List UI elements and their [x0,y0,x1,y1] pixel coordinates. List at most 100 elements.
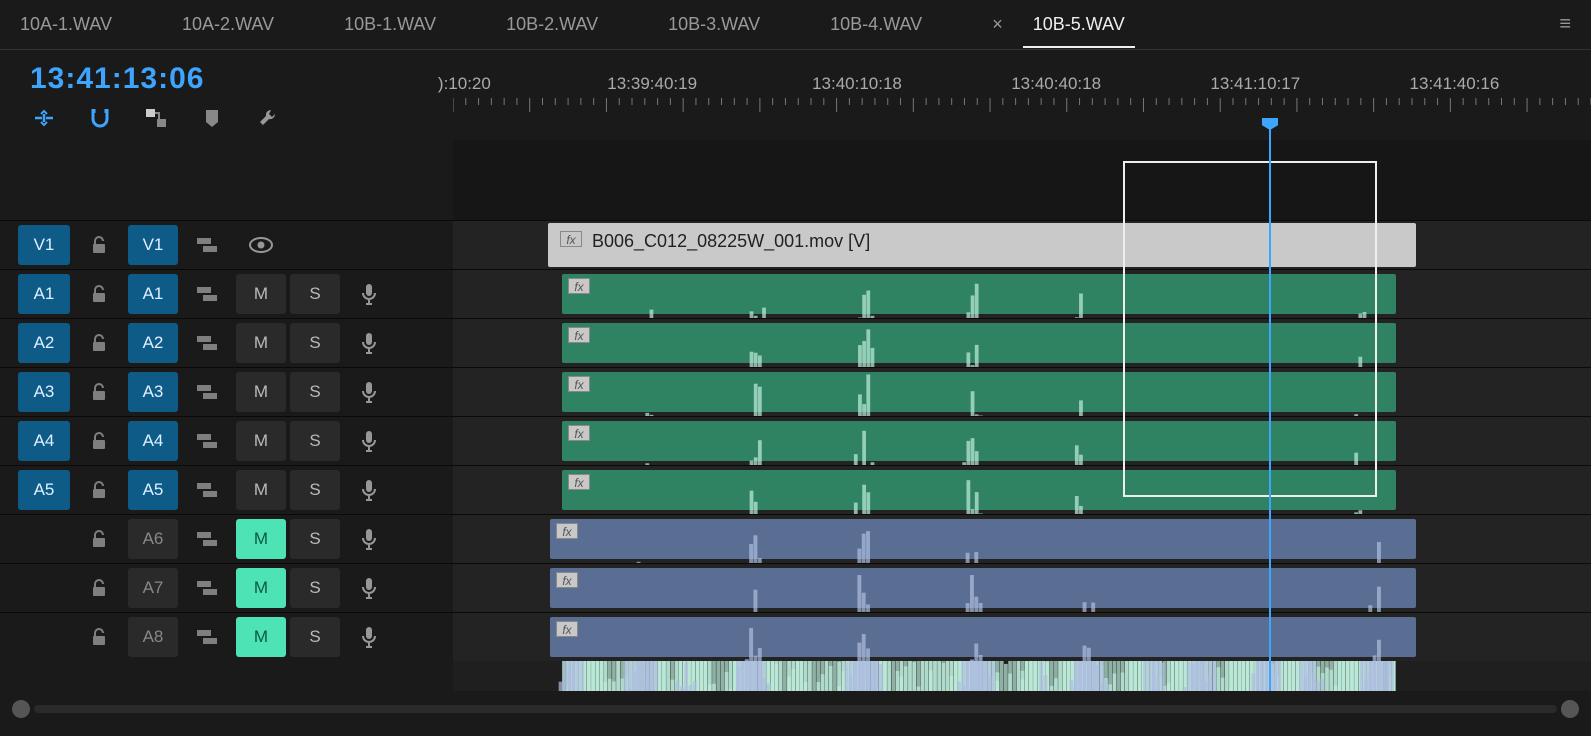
track-headers: V1V1A1A1MSA2A2MSA3A3MSA4A4MSA5A5MSA6MSA7… [0,140,453,691]
source-patch-a2[interactable]: A2 [18,323,70,363]
source-patch-a5[interactable]: A5 [18,470,70,510]
audio-clip[interactable]: fx [550,519,1416,559]
tab-10a-2[interactable]: 10A-2.WAV [182,2,274,47]
voiceover-mic-icon[interactable] [344,470,394,510]
tab-10b-3[interactable]: 10B-3.WAV [668,2,760,47]
voiceover-mic-icon[interactable] [344,323,394,363]
solo-button[interactable]: S [290,617,340,657]
source-patch-a7[interactable] [18,568,70,608]
track-lane-a5[interactable]: fx [453,465,1591,514]
mute-button[interactable]: M [236,470,286,510]
track-target-a1[interactable]: A1 [128,274,178,314]
track-header-a3: A3 A3 MS [0,367,453,416]
source-patch-v1[interactable]: V1 [18,225,70,265]
track-target-v1[interactable]: V1 [128,225,178,265]
track-content-area[interactable]: fxB006_C012_08225W_001.mov [V]fxfxfxfxfx… [453,140,1591,691]
scroll-track[interactable] [34,705,1557,713]
source-patch-a4[interactable]: A4 [18,421,70,461]
mute-button[interactable]: M [236,568,286,608]
sync-lock-icon[interactable] [182,372,232,412]
voiceover-mic-icon[interactable] [344,519,394,559]
track-target-a3[interactable]: A3 [128,372,178,412]
lock-icon[interactable] [74,519,124,559]
solo-button[interactable]: S [290,519,340,559]
source-patch-a1[interactable]: A1 [18,274,70,314]
audio-clip[interactable]: fx [550,617,1416,657]
scroll-knob-right[interactable] [1561,700,1579,718]
lock-icon[interactable] [74,617,124,657]
lock-icon[interactable] [74,323,124,363]
track-header-v1: V1 V1 [0,220,453,269]
voiceover-mic-icon[interactable] [344,274,394,314]
horizontal-scrollbar[interactable] [12,700,1579,718]
linked-selection-icon[interactable] [142,106,170,130]
eye-visibility-icon[interactable] [236,225,286,265]
track-target-a5[interactable]: A5 [128,470,178,510]
track-lane-a2[interactable]: fx [453,318,1591,367]
lock-icon[interactable] [74,568,124,608]
sync-lock-icon[interactable] [182,470,232,510]
wrench-settings-icon[interactable] [254,106,282,130]
playhead[interactable] [1269,118,1271,691]
track-target-a8[interactable]: A8 [128,617,178,657]
solo-button[interactable]: S [290,421,340,461]
tab-10a-1[interactable]: 10A-1.WAV [20,2,112,47]
snap-magnet-icon[interactable] [86,106,114,130]
track-target-a4[interactable]: A4 [128,421,178,461]
lock-icon[interactable] [74,470,124,510]
mute-button[interactable]: M [236,323,286,363]
sync-lock-icon[interactable] [182,421,232,461]
track-target-a6[interactable]: A6 [128,519,178,559]
video-clip[interactable]: fxB006_C012_08225W_001.mov [V] [548,223,1416,267]
source-patch-a3[interactable]: A3 [18,372,70,412]
mute-button[interactable]: M [236,372,286,412]
solo-button[interactable]: S [290,470,340,510]
mute-button[interactable]: M [236,274,286,314]
playhead-timecode[interactable]: 13:41:13:06 [30,62,423,96]
sync-lock-icon[interactable] [182,323,232,363]
tab-10b-2[interactable]: 10B-2.WAV [506,2,598,47]
source-patch-a6[interactable] [18,519,70,559]
close-tab-icon[interactable]: × [992,14,1003,35]
insert-overwrite-icon[interactable] [30,106,58,130]
track-target-a2[interactable]: A2 [128,323,178,363]
time-ruler[interactable]: ):10:2013:39:40:1913:40:10:1813:40:40:18… [453,50,1591,120]
solo-button[interactable]: S [290,274,340,314]
mute-button[interactable]: M [236,519,286,559]
lock-icon[interactable] [74,372,124,412]
track-lane-v1[interactable]: fxB006_C012_08225W_001.mov [V] [453,220,1591,269]
track-lane-a3[interactable]: fx [453,367,1591,416]
tab-menu-icon[interactable]: ≡ [1559,13,1571,36]
solo-button[interactable]: S [290,323,340,363]
tab-10b-5[interactable]: 10B-5.WAV [1033,2,1125,47]
lock-icon[interactable] [74,421,124,461]
voiceover-mic-icon[interactable] [344,421,394,461]
tab-10b-1[interactable]: 10B-1.WAV [344,2,436,47]
sync-lock-icon[interactable] [182,568,232,608]
track-lane-a6[interactable]: fx [453,514,1591,563]
sync-lock-icon[interactable] [182,225,232,265]
solo-button[interactable]: S [290,372,340,412]
source-patch-a8[interactable] [18,617,70,657]
mute-button[interactable]: M [236,617,286,657]
track-target-a7[interactable]: A7 [128,568,178,608]
audio-clip[interactable]: fx [550,568,1416,608]
sync-lock-icon[interactable] [182,274,232,314]
voiceover-mic-icon[interactable] [344,568,394,608]
tab-10b-4[interactable]: 10B-4.WAV [830,2,922,47]
track-lane-a8[interactable]: fx [453,612,1591,661]
sync-lock-icon[interactable] [182,519,232,559]
timeline-header: 13:41:13:06 ):10:2013:39:40:1913:40:10:1… [0,50,1591,135]
lock-icon[interactable] [74,274,124,314]
scroll-knob-left[interactable] [12,700,30,718]
solo-button[interactable]: S [290,568,340,608]
track-lane-a4[interactable]: fx [453,416,1591,465]
sync-lock-icon[interactable] [182,617,232,657]
mute-button[interactable]: M [236,421,286,461]
voiceover-mic-icon[interactable] [344,617,394,657]
track-lane-a7[interactable]: fx [453,563,1591,612]
lock-icon[interactable] [74,225,124,265]
marker-icon[interactable] [198,106,226,130]
voiceover-mic-icon[interactable] [344,372,394,412]
track-lane-a1[interactable]: fx [453,269,1591,318]
